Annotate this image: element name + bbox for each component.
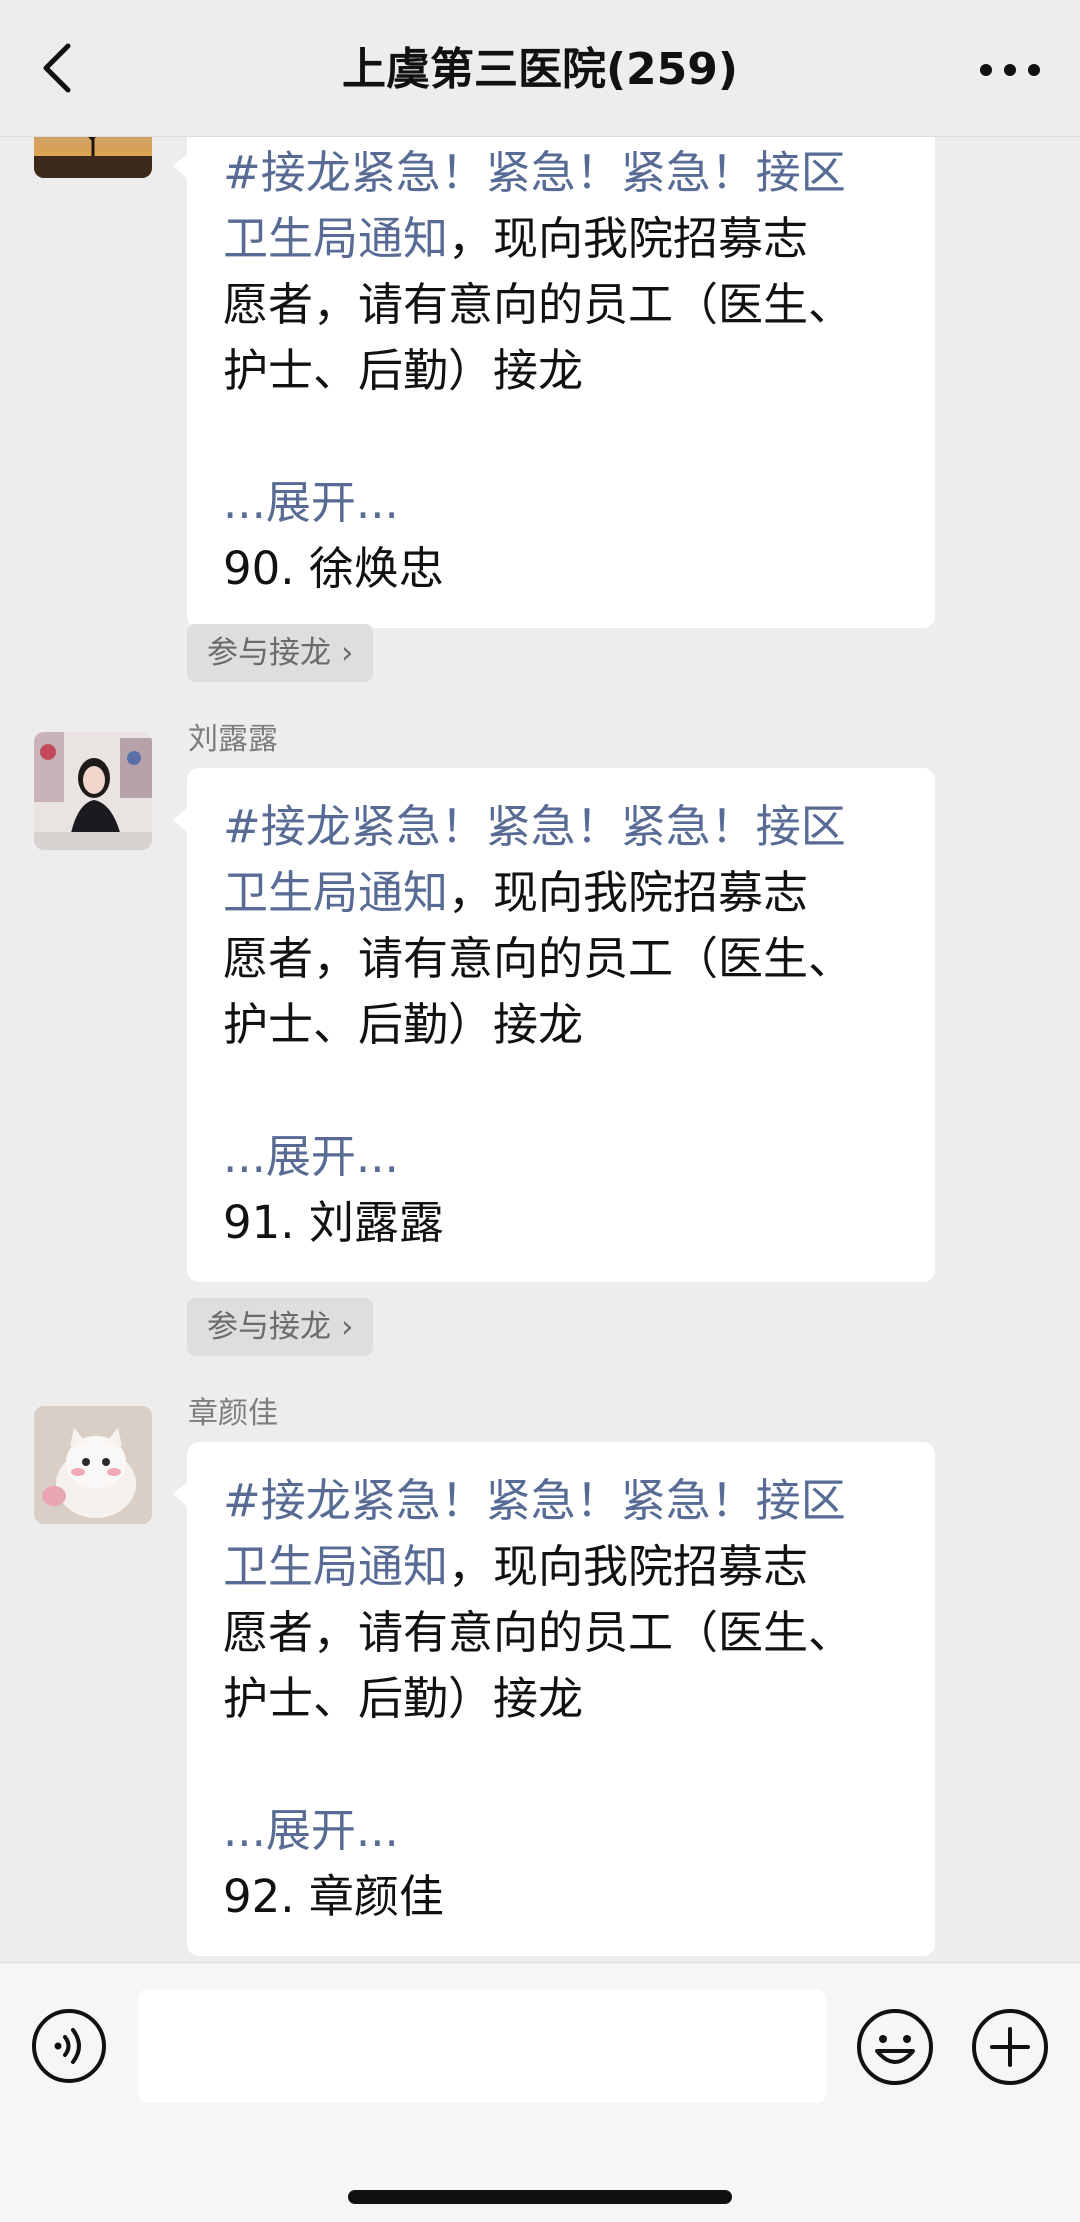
- sender-name: 章颜佳: [188, 1396, 278, 1431]
- message-text: 护士、后勤）接龙: [223, 998, 584, 1051]
- sender-name: 刘露露: [188, 722, 278, 757]
- chevron-right-icon: ›: [341, 1309, 354, 1345]
- chat-title: 上虞第三医院(259): [341, 44, 739, 95]
- message-line: #接龙紧急！紧急！紧急！接区: [223, 794, 899, 860]
- solitaire-entry: 92. 章颜佳: [223, 1870, 444, 1923]
- notice-link[interactable]: 卫生局通知: [223, 866, 448, 919]
- chevron-left-icon[interactable]: [30, 36, 94, 100]
- message-text: 愿者，请有意向的员工（医生、: [223, 932, 854, 985]
- chevron-right-icon: ›: [341, 635, 354, 671]
- hashtag-link[interactable]: #接龙紧急！紧急！紧急！接区: [223, 146, 846, 199]
- expand-link[interactable]: ...展开...: [223, 1798, 899, 1864]
- message-text: 护士、后勤）接龙: [223, 344, 584, 397]
- message-bubble[interactable]: #接龙紧急！紧急！紧急！接区 卫生局通知，现向我院招募志 愿者，请有意向的员工（…: [173, 1442, 935, 1956]
- message-text: ，现向我院招募志: [448, 866, 809, 919]
- join-label: 参与接龙: [207, 1309, 331, 1345]
- solitaire-entry: 91. 刘露露: [223, 1196, 444, 1249]
- notice-link[interactable]: 卫生局通知: [223, 1540, 448, 1593]
- hashtag-link[interactable]: #接龙紧急！紧急！紧急！接区: [223, 1474, 846, 1527]
- message-text: 愿者，请有意向的员工（医生、: [223, 278, 854, 331]
- message-bubble[interactable]: #接龙紧急！紧急！紧急！接区 卫生局通知，现向我院招募志 愿者，请有意向的员工（…: [173, 768, 935, 1282]
- message-line: #接龙紧急！紧急！紧急！接区: [223, 140, 899, 206]
- solitaire-entry: 90. 徐焕忠: [223, 542, 444, 595]
- message-line: #接龙紧急！紧急！紧急！接区: [223, 1468, 899, 1534]
- avatar-cat[interactable]: [34, 1406, 152, 1524]
- input-bar: [0, 1962, 1080, 2222]
- expand-link[interactable]: ...展开...: [223, 1124, 899, 1190]
- emoji-icon[interactable]: [855, 2007, 935, 2087]
- message-input[interactable]: [138, 1989, 826, 2103]
- message-line: 卫生局通知，现向我院招募志: [223, 1534, 899, 1600]
- message-text: 愿者，请有意向的员工（医生、: [223, 1606, 854, 1659]
- hashtag-link[interactable]: #接龙紧急！紧急！紧急！接区: [223, 800, 846, 853]
- expand-link[interactable]: ...展开...: [223, 470, 899, 536]
- plus-icon[interactable]: [970, 2007, 1050, 2087]
- message-bubble[interactable]: #接龙紧急！紧急！紧急！接区 卫生局通知，现向我院招募志 愿者，请有意向的员工（…: [173, 114, 935, 628]
- chat-screen: #接龙紧急！紧急！紧急！接区 卫生局通知，现向我院招募志 愿者，请有意向的员工（…: [0, 0, 1080, 2222]
- join-solitaire-button[interactable]: 参与接龙 ›: [187, 624, 374, 682]
- message-line: 卫生局通知，现向我院招募志: [223, 206, 899, 272]
- join-solitaire-button[interactable]: 参与接龙 ›: [187, 1298, 374, 1356]
- message-line: 卫生局通知，现向我院招募志: [223, 860, 899, 926]
- message-text: ，现向我院招募志: [448, 212, 809, 265]
- join-label: 参与接龙: [207, 635, 331, 671]
- notice-link[interactable]: 卫生局通知: [223, 212, 448, 265]
- voice-icon[interactable]: [30, 2007, 108, 2085]
- avatar-girl[interactable]: [34, 732, 152, 850]
- message-list[interactable]: #接龙紧急！紧急！紧急！接区 卫生局通知，现向我院招募志 愿者，请有意向的员工（…: [0, 0, 1080, 1962]
- message-text: ，现向我院招募志: [448, 1540, 809, 1593]
- nav-bar: 上虞第三医院(259): [0, 0, 1080, 137]
- home-indicator[interactable]: [348, 2190, 732, 2204]
- more-dots-icon[interactable]: [970, 40, 1050, 100]
- message-text: 护士、后勤）接龙: [223, 1672, 584, 1725]
